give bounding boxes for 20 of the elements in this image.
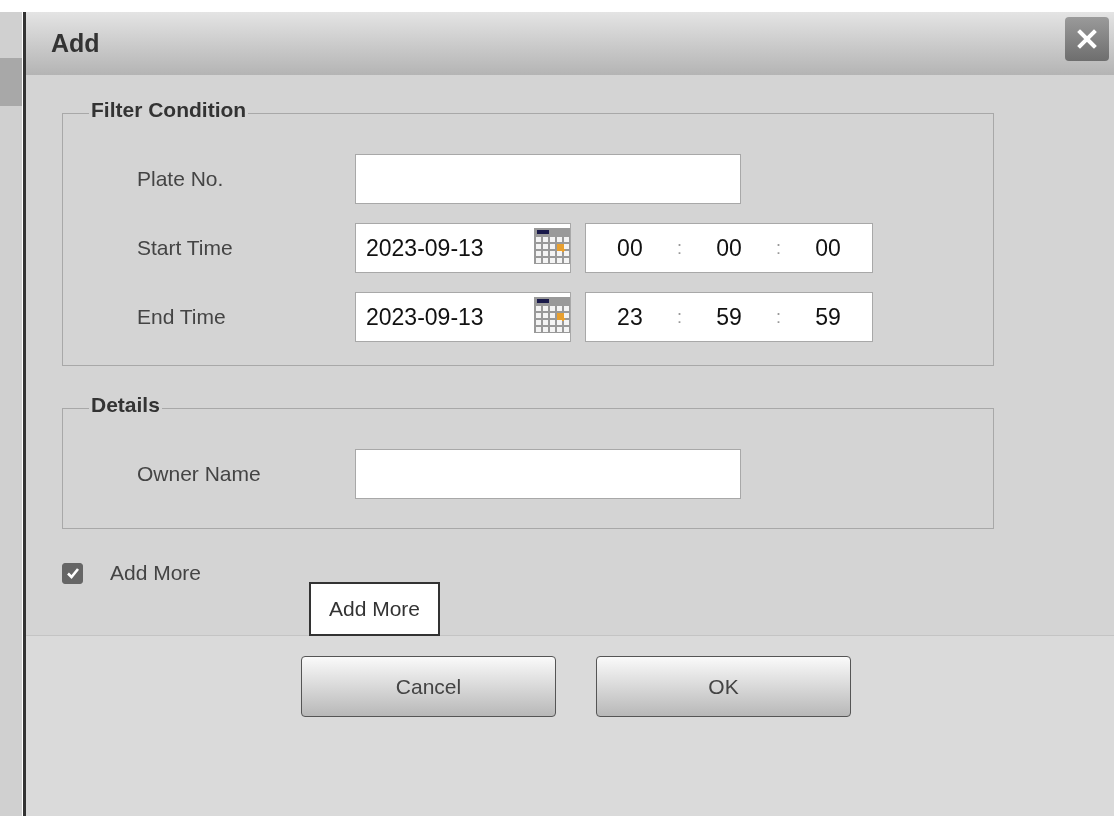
- tooltip: Add More: [309, 582, 441, 636]
- close-button[interactable]: [1065, 16, 1109, 61]
- dialog-title: Add: [51, 29, 100, 58]
- field-label: Start Time: [136, 236, 234, 260]
- cancel-button[interactable]: Cancel: [301, 656, 556, 717]
- calendar-icon[interactable]: [534, 297, 570, 333]
- calendar-icon[interactable]: [534, 228, 570, 264]
- date-field[interactable]: 2023-09-13: [355, 292, 571, 342]
- field-label: Plate No.: [136, 167, 225, 191]
- checkbox[interactable]: [62, 562, 83, 584]
- date-field[interactable]: 2023-09-13: [355, 223, 571, 273]
- field-label: End Time: [136, 305, 227, 329]
- checkbox-label: Add More: [110, 561, 202, 585]
- time-field[interactable]: 23 : 59 : 59: [585, 292, 873, 342]
- input-field[interactable]: [355, 154, 741, 204]
- field-label: Owner Name: [136, 462, 262, 486]
- time-field[interactable]: 00 : 00 : 00: [585, 223, 873, 273]
- input-field[interactable]: [355, 449, 741, 499]
- ok-button[interactable]: OK: [596, 656, 851, 717]
- close-icon: [1076, 27, 1098, 50]
